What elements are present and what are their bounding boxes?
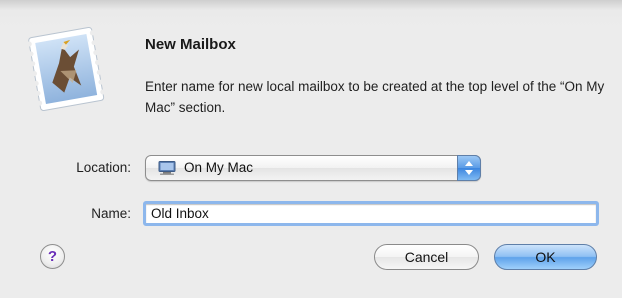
mail-stamp-icon	[26, 26, 106, 112]
name-field-frame	[143, 201, 599, 226]
location-popup-value: On My Mac	[184, 160, 254, 175]
dialog-message: Enter name for new local mailbox to be c…	[145, 79, 605, 115]
cancel-button[interactable]: Cancel	[374, 244, 479, 270]
name-input[interactable]	[146, 204, 596, 223]
location-label: Location:	[76, 160, 131, 175]
popup-arrows-icon	[457, 155, 481, 181]
new-mailbox-sheet: New Mailbox Enter name for new local mai…	[0, 0, 622, 298]
location-popup[interactable]: On My Mac	[145, 155, 481, 181]
help-button[interactable]: ?	[40, 244, 65, 269]
sheet-top-shadow	[0, 0, 622, 10]
name-label: Name:	[91, 206, 131, 221]
computer-icon	[158, 161, 176, 175]
dialog-title: New Mailbox	[145, 36, 236, 53]
ok-button[interactable]: OK	[494, 244, 597, 270]
